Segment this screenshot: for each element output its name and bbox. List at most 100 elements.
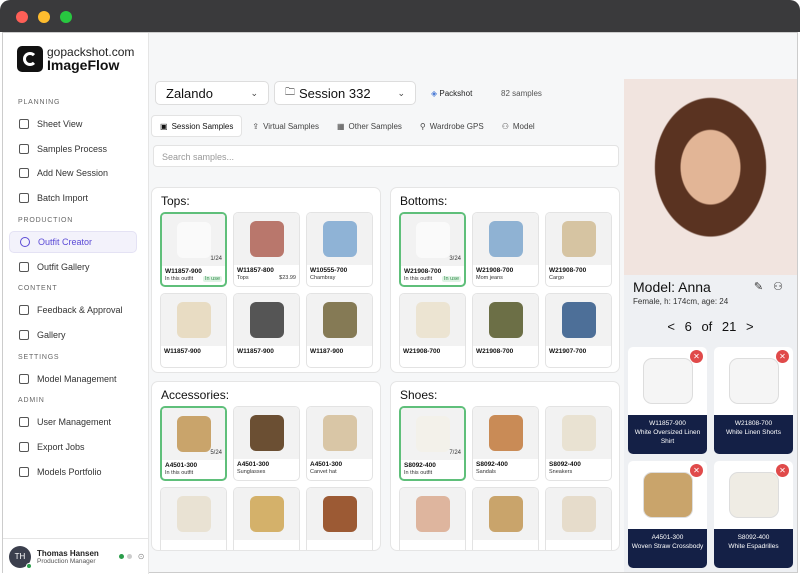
minimize-window-button[interactable] xyxy=(38,11,50,23)
sample-card[interactable]: W21908-700 xyxy=(399,293,466,368)
sample-card[interactable] xyxy=(306,487,373,550)
usage-count: 1/24 xyxy=(210,256,222,262)
outfit-item-card[interactable]: ✕ A4501-300 Woven Straw Crossbody xyxy=(628,461,707,568)
edit-pencil-icon[interactable]: ✎ xyxy=(754,280,763,293)
sample-card[interactable]: 5/24 A4501-300 In this outfit xyxy=(160,406,227,481)
sample-description: Mom jeans xyxy=(476,275,503,281)
next-button[interactable]: > xyxy=(746,319,754,334)
sample-card[interactable]: W21908-700 xyxy=(472,293,539,368)
sample-subtitle xyxy=(161,542,226,544)
sample-grid: 3/24 W21908-700 In this outfit In use W21908… xyxy=(399,212,612,368)
sample-description: Chambray xyxy=(310,275,336,281)
nav-icon xyxy=(19,329,29,340)
sample-subtitle: In this outfit In use xyxy=(401,275,464,283)
sample-subtitle: Tops $23.99 xyxy=(234,274,299,282)
tab-icon: ▣ xyxy=(160,121,168,131)
outfit-item-card[interactable]: ✕ W21808-700 White Linen Shorts xyxy=(714,347,793,454)
sample-card[interactable]: S8092-400 Sandals xyxy=(472,406,539,481)
sample-image xyxy=(161,294,226,346)
remove-item-button[interactable]: ✕ xyxy=(690,350,703,363)
tab-wardrobe-gps[interactable]: ⚲ Wardrobe GPS xyxy=(412,115,492,137)
sample-card[interactable]: 3/24 W21908-700 In this outfit In use xyxy=(399,212,466,287)
sidebar-item-add-new-session[interactable]: Add New Session xyxy=(9,162,137,184)
sidebar-item-batch-import[interactable]: Batch Import xyxy=(9,187,137,209)
sidebar-item-feedback-approval[interactable]: Feedback & Approval xyxy=(9,299,137,321)
sample-card[interactable]: 7/24 S8092-400 In this outfit xyxy=(399,406,466,481)
search-input[interactable]: Search samples... xyxy=(153,145,619,167)
sample-card[interactable]: W10555-700 Chambray xyxy=(306,212,373,287)
pager-label: 6 of 21 xyxy=(684,319,737,334)
session-select[interactable]: 🗀 Session 332 ⌄ xyxy=(274,81,416,105)
sample-card[interactable]: A4501-300 Canvet hat xyxy=(306,406,373,481)
sample-subtitle xyxy=(307,542,372,544)
product-image xyxy=(561,221,596,257)
nav-icon xyxy=(19,261,29,272)
sample-card[interactable] xyxy=(472,487,539,550)
prev-button[interactable]: < xyxy=(667,319,675,334)
product-image xyxy=(729,473,778,517)
sample-card[interactable]: A4501-300 Sunglasses xyxy=(233,406,300,481)
remove-item-button[interactable]: ✕ xyxy=(690,464,703,477)
product-image xyxy=(488,221,523,257)
model-photo xyxy=(624,79,797,275)
remove-item-button[interactable]: ✕ xyxy=(776,350,789,363)
tab-other-samples[interactable]: ▦ Other Samples xyxy=(329,115,410,137)
sample-code: W21908-700 xyxy=(549,267,587,274)
outfit-item-card[interactable]: ✕ S8092-400 White Espadrilles xyxy=(714,461,793,568)
user-profile[interactable]: TH Thomas Hansen Production Manager ⊙ xyxy=(3,538,149,574)
tab-label: Session Samples xyxy=(171,121,234,131)
product-image xyxy=(176,416,211,452)
outfit-item-card[interactable]: ✕ W11857-900 White Oversized Linen Shirt xyxy=(628,347,707,454)
sidebar-item-outfit-creator[interactable]: Outfit Creator xyxy=(9,230,137,253)
outfit-item-label: W21808-700 White Linen Shorts xyxy=(714,415,793,454)
sample-card[interactable]: S8092-400 Sneakers xyxy=(545,406,612,481)
category-panel-accessories: Accessories: 5/24 A4501-300 In this outfit A… xyxy=(151,381,381,551)
sidebar-item-sheet-view[interactable]: Sheet View xyxy=(9,113,137,135)
sample-card[interactable]: W11857-900 xyxy=(160,293,227,368)
sample-card[interactable]: W11857-900 xyxy=(233,293,300,368)
tab-virtual-samples[interactable]: ⇪ Virtual Samples xyxy=(244,115,327,137)
sample-card[interactable]: W1187-900 xyxy=(306,293,373,368)
sidebar-item-models-portfolio[interactable]: Models Portfolio xyxy=(9,461,137,483)
sidebar-item-user-management[interactable]: User Management xyxy=(9,411,137,433)
sample-card[interactable]: W21908-700 Cargo xyxy=(545,212,612,287)
sample-price: $23.99 xyxy=(279,275,296,281)
category-title: Tops: xyxy=(161,194,190,208)
product-image xyxy=(488,415,523,451)
sample-subtitle: Sandals xyxy=(473,468,538,476)
sample-grid: 5/24 A4501-300 In this outfit A4501-300 Sung… xyxy=(160,406,373,550)
sample-card[interactable]: W21908-700 Mom jeans xyxy=(472,212,539,287)
sample-card[interactable]: W11857-800 Tops $23.99 xyxy=(233,212,300,287)
settings-icon[interactable]: ⊙ xyxy=(138,552,145,561)
sample-card[interactable] xyxy=(545,487,612,550)
sidebar-item-samples-process[interactable]: Samples Process xyxy=(9,138,137,160)
user-name: Thomas Hansen xyxy=(37,548,99,558)
sidebar-item-gallery[interactable]: Gallery xyxy=(9,324,137,346)
sample-card[interactable]: W21907-700 xyxy=(545,293,612,368)
brand-select[interactable]: Zalando ⌄ xyxy=(155,81,269,105)
nav-icon xyxy=(19,373,29,384)
packshot-badge[interactable]: ◈ Packshot xyxy=(431,89,472,98)
sidebar-item-export-jobs[interactable]: Export Jobs xyxy=(9,436,137,458)
outfit-item-name: Woven Straw Crossbody xyxy=(631,543,704,550)
product-image xyxy=(322,302,357,338)
remove-item-button[interactable]: ✕ xyxy=(776,464,789,477)
sidebar-item-outfit-gallery[interactable]: Outfit Gallery xyxy=(9,256,137,278)
usage-count: 7/24 xyxy=(449,450,461,456)
sample-card[interactable] xyxy=(233,487,300,550)
sample-image xyxy=(234,407,299,459)
close-window-button[interactable] xyxy=(16,11,28,23)
product-image xyxy=(249,415,284,451)
sample-card[interactable] xyxy=(399,487,466,550)
sidebar: gopackshot.com ImageFlow PLANNING Sheet V… xyxy=(3,33,149,574)
sample-subtitle: In this outfit xyxy=(162,469,225,477)
users-icon[interactable]: ⚇ xyxy=(773,280,783,293)
tab-label: Wardrobe GPS xyxy=(429,121,484,131)
sample-card[interactable]: 1/24 W11857-900 In this outfit In use xyxy=(160,212,227,287)
sidebar-item-label: Samples Process xyxy=(37,143,108,154)
maximize-window-button[interactable] xyxy=(60,11,72,23)
tab-model[interactable]: ⚇ Model xyxy=(494,115,543,137)
sample-card[interactable] xyxy=(160,487,227,550)
tab-session-samples[interactable]: ▣ Session Samples xyxy=(151,115,243,137)
sidebar-item-model-management[interactable]: Model Management xyxy=(9,368,137,390)
